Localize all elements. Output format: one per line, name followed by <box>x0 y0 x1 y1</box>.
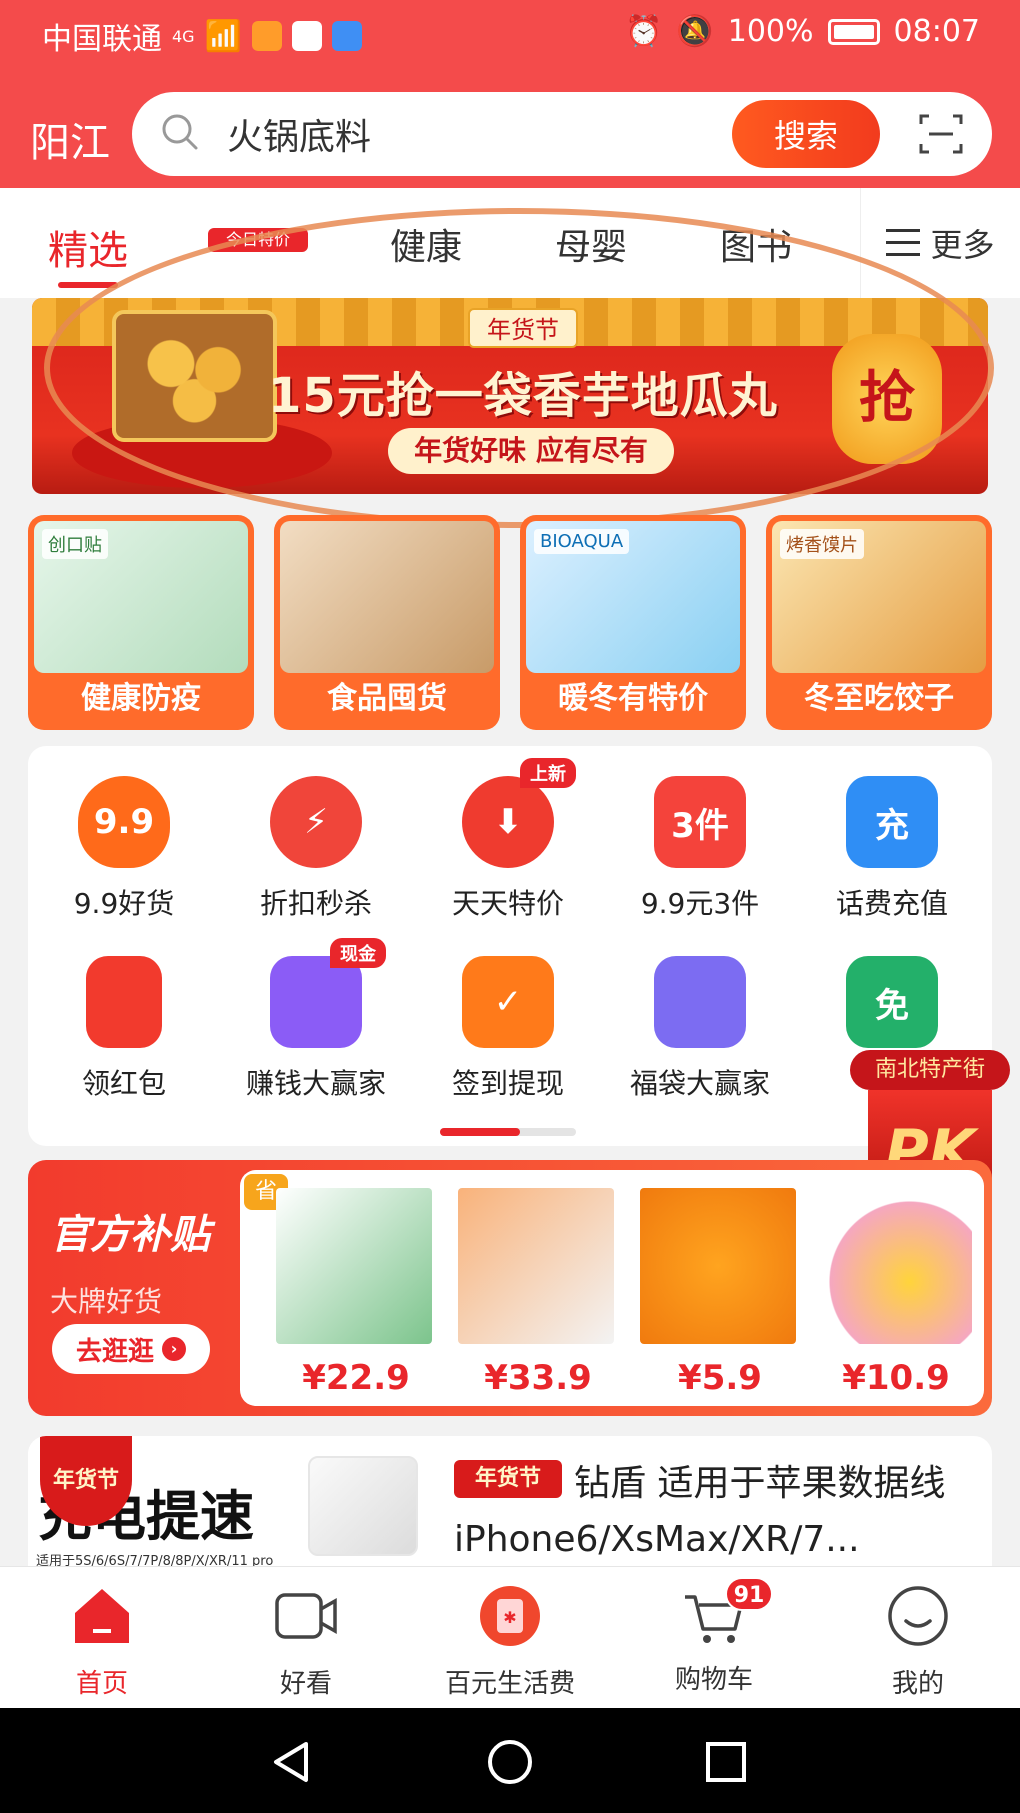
alarm-icon: ⏰ <box>625 14 663 49</box>
svg-text:✱: ✱ <box>503 1608 516 1627</box>
subsidy-products: 省 ¥22.9 ¥33.9 ¥5.9 ¥10.9 <box>240 1170 984 1406</box>
promo-label: 健康防疫 <box>81 681 201 716</box>
promo-card-winter[interactable]: BIOAQUA 暖冬有特价 <box>520 515 746 730</box>
smile-face-icon <box>888 1586 948 1646</box>
grid-item-daily-deals[interactable]: ⬇ 上新 天天特价 <box>412 758 604 922</box>
app-notification-icon <box>251 21 282 51</box>
arrow-down-icon: ⬇ 上新 <box>462 758 576 868</box>
alarm-clock-icon: ⚡ <box>270 776 362 868</box>
subsidy-item[interactable]: ¥10.9 <box>816 1188 976 1398</box>
signal-icon: 📶 <box>204 18 242 54</box>
feature-grid: 9.9 9.9好货 ⚡ 折扣秒杀 ⬇ 上新 天天特价 3件 9.9元3件 充 话… <box>28 746 992 1146</box>
product-title: 钻盾 适用于苹果数据线iPhone6/XsMax/XR/7... <box>454 1463 946 1560</box>
home-circle-icon[interactable] <box>486 1738 534 1786</box>
recent-apps-icon[interactable] <box>702 1738 750 1786</box>
flame-icon: 9.9 <box>78 776 170 868</box>
phone-recharge-icon: 充 <box>846 776 938 868</box>
promo-image <box>280 521 494 673</box>
promo-card-food[interactable]: 食品囤货 <box>274 515 500 730</box>
more-label: 更多 <box>930 226 995 264</box>
float-title: 南北特产街 <box>850 1050 1010 1090</box>
promo-label: 食品囤货 <box>327 681 447 716</box>
search-icon <box>162 114 198 150</box>
bottom-navigation: 首页 好看 ✱ 百元生活费 91 购物车 我的 <box>0 1566 1020 1708</box>
system-navigation-bar <box>0 1708 1020 1813</box>
subsidy-title: 官方补贴 <box>50 1212 210 1258</box>
orange-image <box>640 1188 796 1344</box>
grid-item-earn-money[interactable]: 现金 赚钱大赢家 <box>220 938 412 1102</box>
city-selector[interactable]: 阳江 <box>30 110 110 168</box>
book-notification-icon <box>291 21 322 51</box>
product-image: 充电提速 适用于5S/6/6S/7/7P/8/8P/X/XR/11 pro 年货… <box>28 1436 428 1566</box>
status-bar: 中国联通 4G 📶 ⏰ 🔕 100% 08:07 <box>0 0 1020 72</box>
grid-page-indicator <box>440 1128 576 1136</box>
shopping-bag-icon: 3件 <box>654 776 746 868</box>
browser-notification-icon <box>331 21 362 51</box>
official-subsidy-section[interactable]: 官方补贴 大牌好货 去逛逛 › 省 ¥22.9 ¥33.9 ¥5.9 ¥10.9 <box>28 1160 992 1416</box>
grid-item-flash-sale[interactable]: ⚡ 折扣秒杀 <box>220 776 412 922</box>
battery-percent: 100% <box>727 14 814 49</box>
new-badge: 上新 <box>520 758 576 788</box>
gift-machine-icon <box>654 956 746 1048</box>
video-icon <box>275 1593 337 1639</box>
scan-icon[interactable] <box>917 110 965 158</box>
grid-item-checkin[interactable]: ✓ 签到提现 <box>412 956 604 1102</box>
promo-image: BIOAQUA <box>526 521 740 673</box>
clock: 08:07 <box>893 14 980 49</box>
home-icon <box>75 1589 129 1643</box>
nav-cart[interactable]: 91 购物车 <box>612 1577 816 1696</box>
chevron-right-icon: › <box>162 1337 186 1361</box>
grid-item-red-envelope[interactable]: 领红包 <box>28 956 220 1102</box>
menu-icon <box>886 229 921 257</box>
calendar-check-icon: ✓ <box>462 956 554 1048</box>
promo-label: 暖冬有特价 <box>558 681 708 716</box>
battery-icon <box>827 18 880 45</box>
product-card[interactable]: 充电提速 适用于5S/6/6S/7/7P/8/8P/X/XR/11 pro 年货… <box>28 1436 992 1566</box>
subsidy-item[interactable]: ¥5.9 <box>640 1188 800 1398</box>
network-label: 4G <box>172 26 195 46</box>
grid-item-phone-recharge[interactable]: 充 话费充值 <box>796 776 988 922</box>
red-packet-icon: ✱ <box>480 1586 540 1646</box>
red-envelope-icon <box>86 956 162 1048</box>
free-ticket-icon: 免 <box>846 956 938 1048</box>
cart-count-badge: 91 <box>725 1577 773 1611</box>
search-button[interactable]: 搜索 <box>732 100 880 168</box>
nav-home[interactable]: 首页 <box>0 1585 204 1700</box>
festival-tag: 年货节 <box>40 1436 132 1526</box>
grid-item-lucky-bag[interactable]: 福袋大赢家 <box>604 956 796 1102</box>
hand-drawn-circle-annotation <box>44 208 994 528</box>
promo-card-dumplings[interactable]: 烤香馍片 冬至吃饺子 <box>766 515 992 730</box>
promo-image: 烤香馍片 <box>772 521 986 673</box>
peach-can-image <box>816 1188 972 1344</box>
nav-watch[interactable]: 好看 <box>204 1585 408 1700</box>
top-header: 中国联通 4G 📶 ⏰ 🔕 100% 08:07 阳江 搜索 <box>0 0 1020 188</box>
promo-image: 创口贴 <box>34 521 248 673</box>
promo-label: 冬至吃饺子 <box>804 681 954 716</box>
nav-living-allowance[interactable]: ✱ 百元生活费 <box>408 1585 612 1700</box>
shop-icon: 现金 <box>270 938 386 1048</box>
carrier-label: 中国联通 <box>42 22 162 57</box>
grid-item-99-goods[interactable]: 9.9 9.9好货 <box>28 776 220 922</box>
subsidy-item[interactable]: ¥33.9 <box>458 1188 618 1398</box>
heater-image <box>458 1188 614 1344</box>
grid-item-3-for-99[interactable]: 3件 9.9元3件 <box>604 776 796 922</box>
back-icon[interactable] <box>268 1738 316 1786</box>
search-input[interactable] <box>227 104 747 164</box>
subsidy-item[interactable]: ¥22.9 <box>276 1188 436 1398</box>
subsidy-desc: 大牌好货 <box>50 1285 163 1318</box>
search-bar[interactable]: 搜索 <box>132 92 992 176</box>
nav-me[interactable]: 我的 <box>816 1585 1020 1700</box>
browse-button[interactable]: 去逛逛 › <box>52 1324 210 1374</box>
cash-badge: 现金 <box>330 938 386 968</box>
promo-card-health[interactable]: 创口贴 健康防疫 <box>28 515 254 730</box>
mute-icon: 🔕 <box>676 14 714 49</box>
tab-featured[interactable]: 精选 <box>48 218 128 276</box>
milk-image <box>276 1188 432 1344</box>
cable-image <box>308 1456 418 1556</box>
cart-icon-wrap: 91 <box>681 1577 773 1647</box>
